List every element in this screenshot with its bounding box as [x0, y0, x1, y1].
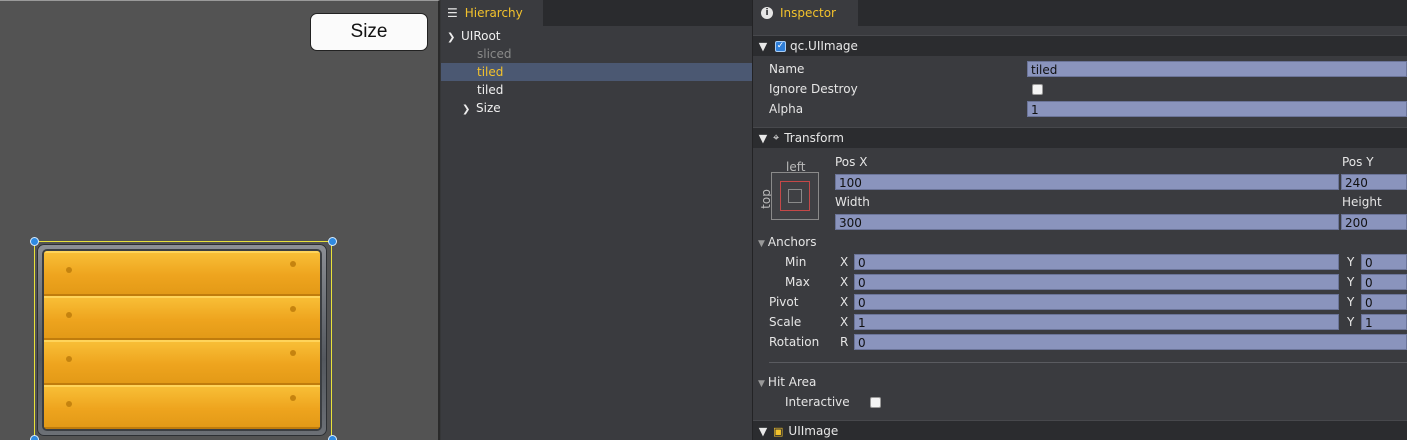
resize-handle-bottom-right[interactable]	[328, 435, 337, 440]
anchor-preset-frame	[780, 181, 810, 211]
height-field[interactable]: 200	[1341, 214, 1407, 230]
rotation-r-letter: R	[840, 335, 849, 349]
resize-handle-top-right[interactable]	[328, 237, 337, 246]
triangle-down-icon: ▼	[758, 379, 765, 389]
scale-x-field[interactable]: 1	[854, 314, 1339, 330]
pos-y-field[interactable]: 240	[1341, 174, 1407, 190]
tree-item-sliced[interactable]: sliced	[441, 45, 752, 63]
rotation-label: Rotation	[769, 335, 820, 349]
chevron-down-icon[interactable]: ▼	[755, 132, 771, 145]
min-x-letter: X	[840, 255, 849, 269]
max-x-field[interactable]: 0	[854, 274, 1339, 290]
tab-hierarchy[interactable]: ☰ Hierarchy	[441, 0, 543, 26]
hit-area-label: Hit Area	[767, 375, 817, 389]
pivot-x-letter: X	[840, 295, 849, 309]
uiimage-title: UIImage	[788, 424, 839, 438]
transform-icon: ⌖	[773, 131, 780, 144]
anchors-foldout[interactable]: ▼ Anchors	[758, 235, 816, 249]
min-y-field[interactable]: 0	[1361, 254, 1407, 270]
chevron-down-icon[interactable]: ▼	[755, 40, 771, 53]
anchor-preset-button[interactable]	[771, 172, 819, 220]
interactive-label: Interactive	[785, 395, 850, 409]
min-x-field[interactable]: 0	[854, 254, 1339, 270]
component-enabled-checkbox[interactable]: ✓	[775, 40, 786, 52]
width-label: Width	[835, 195, 870, 209]
name-field[interactable]: tiled	[1027, 61, 1407, 77]
pos-x-label: Pos X	[835, 155, 868, 169]
component-title: qc.UIImage	[790, 39, 858, 53]
pos-y-label: Pos Y	[1342, 155, 1374, 169]
tree-item-label: sliced	[477, 47, 512, 61]
tile-plank	[44, 251, 320, 296]
size-button[interactable]: Size	[310, 13, 428, 51]
image-icon: ▣	[773, 424, 784, 438]
tree-item-label: tiled	[477, 65, 504, 79]
tree-item-label: UIRoot	[461, 29, 501, 43]
tree-item-label: Size	[476, 101, 501, 115]
anchor-preset-inner	[788, 189, 802, 203]
scale-label: Scale	[769, 315, 802, 329]
max-y-letter: Y	[1347, 275, 1355, 289]
min-y-letter: Y	[1347, 255, 1355, 269]
width-field[interactable]: 300	[835, 214, 1339, 230]
alpha-field[interactable]: 1	[1027, 101, 1407, 117]
max-x-letter: X	[840, 275, 849, 289]
tree-item-uiroot[interactable]: ❯ UIRoot	[441, 27, 752, 45]
pivot-label: Pivot	[769, 295, 799, 309]
section-divider	[769, 362, 1407, 363]
anchors-label: Anchors	[767, 235, 817, 249]
pivot-y-letter: Y	[1347, 295, 1355, 309]
tile-plank	[44, 384, 320, 429]
uiimage-header[interactable]: ▼ ▣ UIImage	[753, 420, 1407, 440]
scale-y-letter: Y	[1347, 315, 1355, 329]
ignore-destroy-checkbox[interactable]	[1032, 84, 1043, 95]
pivot-x-field[interactable]: 0	[854, 294, 1339, 310]
tile-plank	[44, 295, 320, 340]
scene-view[interactable]: Size	[0, 0, 440, 440]
tree-item-tiled[interactable]: tiled	[441, 81, 752, 99]
inspector-panel: i Inspector ▼ ✓ qc.UIImage Name tiled Ig…	[753, 0, 1407, 440]
chevron-down-icon[interactable]: ▼	[755, 425, 771, 438]
resize-handle-bottom-left[interactable]	[30, 435, 39, 440]
max-label: Max	[785, 275, 810, 289]
tiled-image-sprite[interactable]	[37, 244, 327, 436]
min-label: Min	[785, 255, 807, 269]
chevron-right-icon[interactable]: ❯	[462, 101, 476, 119]
component-header[interactable]: ▼ ✓ qc.UIImage	[753, 35, 1407, 56]
tab-inspector[interactable]: i Inspector	[753, 0, 858, 26]
tile-plank	[44, 340, 320, 385]
tree-item-label: tiled	[477, 83, 504, 97]
alpha-label: Alpha	[769, 102, 804, 116]
ignore-destroy-label: Ignore Destroy	[769, 82, 858, 96]
hierarchy-panel: ☰ Hierarchy ❯ UIRoot sliced tiled tiled ❯…	[441, 0, 753, 440]
tab-hierarchy-label: Hierarchy	[464, 6, 523, 20]
resize-handle-top-left[interactable]	[30, 237, 39, 246]
pos-x-field[interactable]: 100	[835, 174, 1339, 190]
hit-area-foldout[interactable]: ▼ Hit Area	[758, 375, 816, 389]
triangle-down-icon: ▼	[758, 239, 765, 249]
hierarchy-tabbar: ☰ Hierarchy	[441, 0, 752, 26]
scale-x-letter: X	[840, 315, 849, 329]
list-icon: ☰	[447, 6, 458, 20]
tiled-image-fill	[42, 249, 322, 431]
transform-header[interactable]: ▼ ⌖ Transform	[753, 127, 1407, 148]
name-label: Name	[769, 62, 805, 76]
tree-item-tiled-selected[interactable]: tiled	[441, 63, 752, 81]
max-y-field[interactable]: 0	[1361, 274, 1407, 290]
tab-inspector-label: Inspector	[780, 6, 836, 20]
scale-y-field[interactable]: 1	[1361, 314, 1407, 330]
rotation-field[interactable]: 0	[854, 334, 1407, 350]
interactive-checkbox[interactable]	[870, 397, 881, 408]
transform-title: Transform	[784, 131, 844, 145]
inspector-tabbar: i Inspector	[753, 0, 1407, 26]
tree-item-size[interactable]: ❯ Size	[441, 99, 752, 117]
info-icon: i	[761, 7, 773, 19]
pivot-y-field[interactable]: 0	[1361, 294, 1407, 310]
height-label: Height	[1342, 195, 1382, 209]
